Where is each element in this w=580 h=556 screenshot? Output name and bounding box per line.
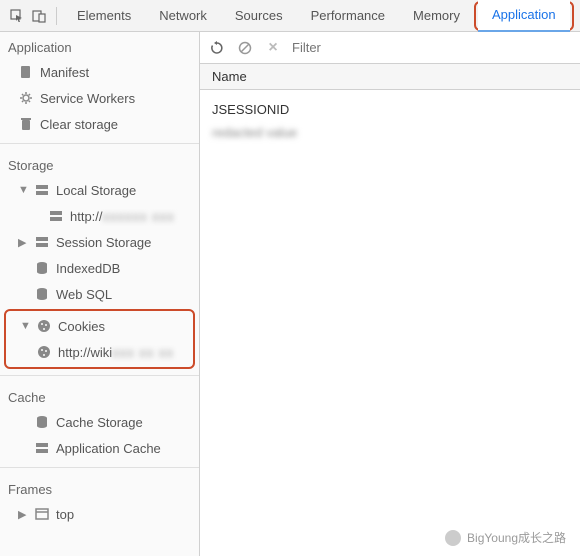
section-frames: Frames xyxy=(0,474,199,501)
divider xyxy=(0,143,199,144)
chevron-down-icon: ▼ xyxy=(18,184,28,196)
block-icon[interactable] xyxy=(236,39,254,57)
storage-icon xyxy=(48,208,64,224)
tab-memory[interactable]: Memory xyxy=(399,0,474,32)
storage-icon xyxy=(34,234,50,250)
chevron-down-icon: ▼ xyxy=(20,320,30,332)
tab-elements[interactable]: Elements xyxy=(63,0,145,32)
sidebar-cookies-item[interactable]: http://wikixxx xx xx xyxy=(6,339,193,365)
filter-input[interactable] xyxy=(292,40,572,55)
cookies-toolbar: × xyxy=(200,32,580,64)
cookie-icon xyxy=(36,318,52,334)
tab-performance[interactable]: Performance xyxy=(297,0,399,32)
watermark: BigYoung成长之路 xyxy=(445,529,566,546)
sidebar-local-storage[interactable]: ▼ Local Storage xyxy=(0,177,199,203)
database-icon xyxy=(34,260,50,276)
sidebar-session-storage[interactable]: ▶ Session Storage xyxy=(0,229,199,255)
inspect-icon[interactable] xyxy=(6,5,28,27)
tab-application[interactable]: Application xyxy=(478,0,570,32)
section-application: Application xyxy=(0,32,199,59)
sidebar-manifest[interactable]: Manifest xyxy=(0,59,199,85)
name-list: JSESSIONID redacted value xyxy=(200,90,580,152)
close-icon[interactable]: × xyxy=(264,39,282,57)
storage-icon xyxy=(34,440,50,456)
sidebar-cache-storage-label: Cache Storage xyxy=(56,415,143,430)
divider xyxy=(0,467,199,468)
name-column-header[interactable]: Name xyxy=(200,64,580,90)
cookie-icon xyxy=(36,344,52,360)
device-toggle-icon[interactable] xyxy=(28,5,50,27)
tab-sources[interactable]: Sources xyxy=(221,0,297,32)
sidebar-frames-top-label: top xyxy=(56,507,74,522)
sidebar-websql-label: Web SQL xyxy=(56,287,112,302)
section-storage: Storage xyxy=(0,150,199,177)
cookie-row[interactable]: redacted value xyxy=(212,121,568,144)
database-icon xyxy=(34,286,50,302)
sidebar-app-cache-label: Application Cache xyxy=(56,441,161,456)
refresh-icon[interactable] xyxy=(208,39,226,57)
sidebar-service-workers[interactable]: Service Workers xyxy=(0,85,199,111)
document-icon xyxy=(18,64,34,80)
sidebar-cookies-label: Cookies xyxy=(58,319,105,334)
main-panel: × Name JSESSIONID redacted value xyxy=(200,32,580,556)
watermark-icon xyxy=(445,530,461,546)
sidebar-cookies[interactable]: ▼ Cookies xyxy=(6,313,193,339)
cookie-row[interactable]: JSESSIONID xyxy=(212,98,568,121)
tab-network[interactable]: Network xyxy=(145,0,221,32)
sidebar-local-storage-item-label: http://xxxxxx xxx xyxy=(70,209,175,224)
sidebar-cookies-item-label: http://wikixxx xx xx xyxy=(58,345,174,360)
sidebar-app-cache[interactable]: Application Cache xyxy=(0,435,199,461)
sidebar-local-storage-label: Local Storage xyxy=(56,183,136,198)
database-icon xyxy=(34,414,50,430)
tab-separator xyxy=(56,7,57,25)
sidebar-session-storage-label: Session Storage xyxy=(56,235,151,250)
sidebar-indexeddb-label: IndexedDB xyxy=(56,261,120,276)
sidebar-cache-storage[interactable]: Cache Storage xyxy=(0,409,199,435)
sidebar-clear-storage[interactable]: Clear storage xyxy=(0,111,199,137)
tab-application-highlight: Application xyxy=(474,1,574,31)
sidebar-websql[interactable]: Web SQL xyxy=(0,281,199,307)
storage-icon xyxy=(34,182,50,198)
gear-icon xyxy=(18,90,34,106)
section-cache: Cache xyxy=(0,382,199,409)
devtools-tabs: Elements Network Sources Performance Mem… xyxy=(0,0,580,32)
sidebar: Application Manifest Service Workers Cle… xyxy=(0,32,200,556)
main-container: Application Manifest Service Workers Cle… xyxy=(0,32,580,556)
cookies-highlight: ▼ Cookies http://wikixxx xx xx xyxy=(4,309,195,369)
sidebar-frames-top[interactable]: ▶ top xyxy=(0,501,199,527)
window-icon xyxy=(34,506,50,522)
chevron-right-icon: ▶ xyxy=(18,508,28,521)
sidebar-local-storage-item[interactable]: http://xxxxxx xxx xyxy=(0,203,199,229)
watermark-text: BigYoung成长之路 xyxy=(467,529,566,546)
sidebar-clear-storage-label: Clear storage xyxy=(40,117,118,132)
chevron-right-icon: ▶ xyxy=(18,236,28,249)
sidebar-manifest-label: Manifest xyxy=(40,65,89,80)
trash-icon xyxy=(18,116,34,132)
sidebar-indexeddb[interactable]: IndexedDB xyxy=(0,255,199,281)
divider xyxy=(0,375,199,376)
sidebar-service-workers-label: Service Workers xyxy=(40,91,135,106)
